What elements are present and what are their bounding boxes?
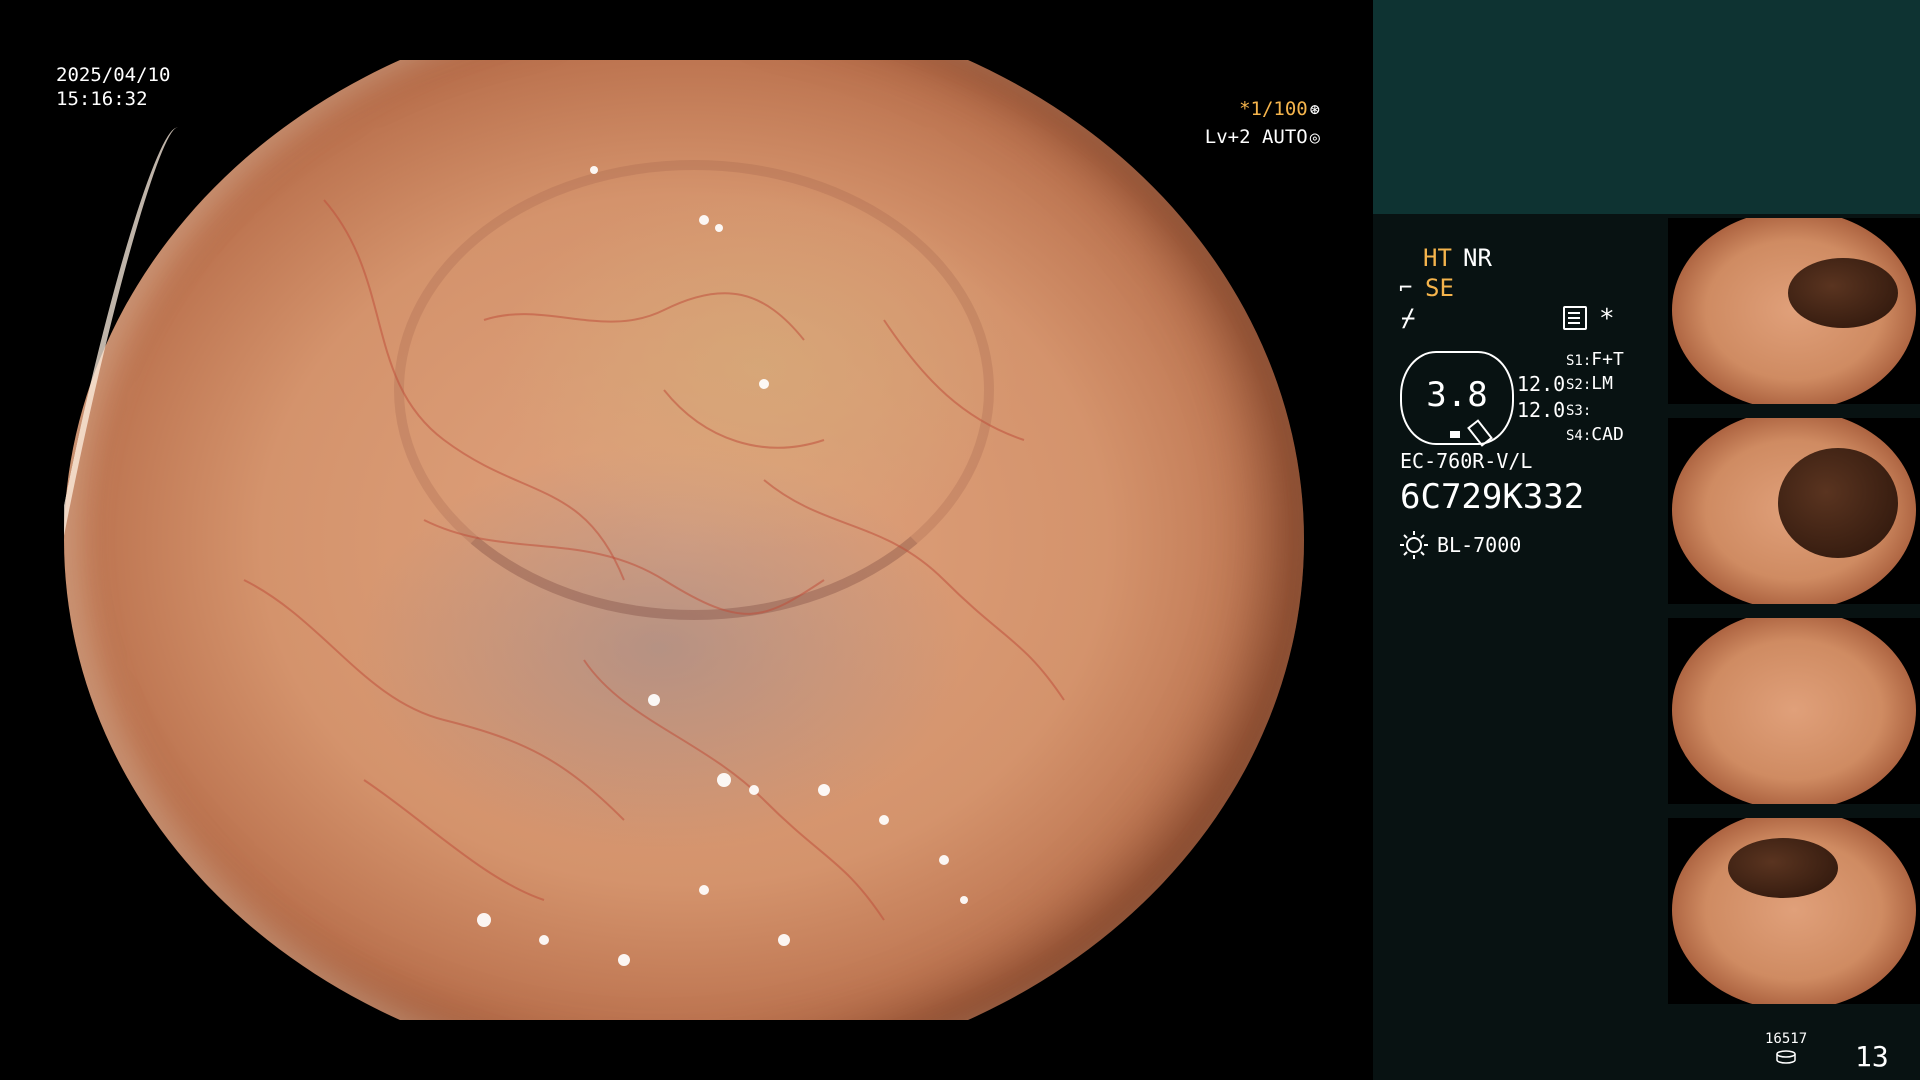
zoom-gauge: 3.8	[1400, 351, 1514, 447]
vessel-pattern	[243, 166, 1065, 966]
value-b: 12.0	[1517, 398, 1566, 422]
scope-serial: 6C729K332	[1400, 477, 1585, 517]
captured-image-thumbnail[interactable]	[1668, 618, 1920, 804]
slot-4: S4:CAD	[1566, 424, 1624, 445]
ht-mode: HT	[1423, 244, 1452, 272]
storage-icon	[1776, 1050, 1796, 1064]
shutter-speed: *1/100	[1239, 98, 1308, 120]
panel-header-area	[1373, 0, 1920, 214]
nr-mode: NR	[1463, 244, 1492, 272]
slot-3: S3:	[1566, 403, 1592, 419]
image-count: 16517	[1765, 1031, 1808, 1047]
pen-icon	[1467, 419, 1493, 447]
value-a: 12.0	[1517, 372, 1566, 396]
freeze-icon: ⌿	[1401, 304, 1416, 332]
brightness-level: Lv+2 AUTO ◎	[1190, 126, 1320, 148]
star-icon: *	[1599, 304, 1615, 334]
level-text: Lv+2 AUTO	[1204, 126, 1308, 148]
gauge-dot-icon	[1450, 431, 1460, 438]
page-number: 13	[1855, 1040, 1889, 1073]
captured-image-thumbnail[interactable]	[1668, 818, 1920, 1004]
captured-image-thumbnail[interactable]	[1668, 418, 1920, 604]
shutter-indicator: *1/100 ⊛	[1190, 98, 1320, 120]
light-source-model: BL-7000	[1437, 533, 1522, 557]
exam-time: 15:16:32	[56, 88, 148, 110]
scope-model: EC-760R-V/L	[1400, 449, 1533, 473]
shutter-icon: ⊛	[1309, 100, 1320, 120]
slot-2: S2:LM	[1566, 373, 1613, 394]
endoscopy-monitor: 2025/04/10 15:16:32 *1/100 ⊛ Lv+2 AUTO ◎ H…	[0, 0, 1920, 1080]
exam-date: 2025/04/10	[56, 64, 171, 86]
se-mode: SE	[1425, 274, 1454, 302]
captured-image-thumbnail[interactable]	[1668, 218, 1920, 404]
memo-icon	[1563, 306, 1587, 330]
scope-icon: ⌐	[1399, 276, 1413, 301]
light-source-icon	[1400, 531, 1428, 559]
gauge-value: 3.8	[1426, 375, 1488, 415]
iris-icon: ◎	[1309, 128, 1320, 148]
slot-1: S1:F+T	[1566, 349, 1624, 370]
endoscope-live-view	[64, 60, 1304, 1020]
